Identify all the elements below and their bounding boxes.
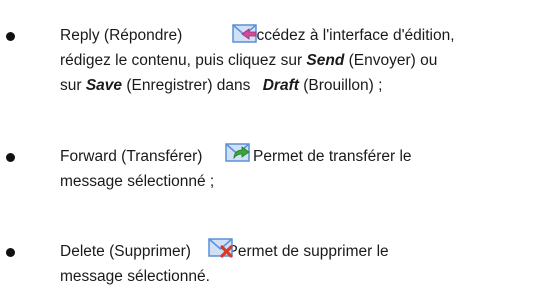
bullet (6, 153, 15, 162)
reply-description-5: (Enregistrer) dans (122, 77, 255, 94)
reply-description-4: sur (60, 77, 86, 94)
forward-line-2: message sélectionné ; (60, 169, 214, 195)
bullet (6, 248, 15, 257)
delete-line-2: message sélectionné. (60, 264, 210, 290)
forward-description-1: : Permet de transférer le (244, 148, 412, 165)
bullet (6, 32, 15, 41)
forward-description-2: message sélectionné ; (60, 173, 215, 190)
reply-description-1: : Accédez à l'interface d'édition, (238, 27, 455, 44)
reply-description-3: (Envoyer) ou (344, 52, 438, 69)
reply-description-6: (Brouillon) ; (298, 77, 383, 94)
draft-label: Draft (262, 77, 299, 94)
send-label: Send (306, 52, 345, 69)
delete-description-2: message sélectionné. (60, 268, 210, 285)
reply-line-3: sur Save (Enregistrer) dans Draft (Broui… (60, 73, 382, 99)
delete-name: Delete (Supprimer) (60, 243, 191, 260)
delete-description-1: : Permet de supprimer le (218, 243, 389, 260)
save-label: Save (85, 77, 123, 94)
reply-mail-icon (232, 22, 258, 44)
delete-mail-icon (208, 236, 234, 258)
forward-mail-icon (225, 141, 251, 163)
reply-description-2: rédigez le contenu, puis cliquez sur (60, 52, 307, 69)
forward-name: Forward (Transférer) (60, 148, 203, 165)
reply-name: Reply (Répondre) (60, 27, 183, 44)
reply-line-2: rédigez le contenu, puis cliquez sur Sen… (60, 48, 437, 74)
